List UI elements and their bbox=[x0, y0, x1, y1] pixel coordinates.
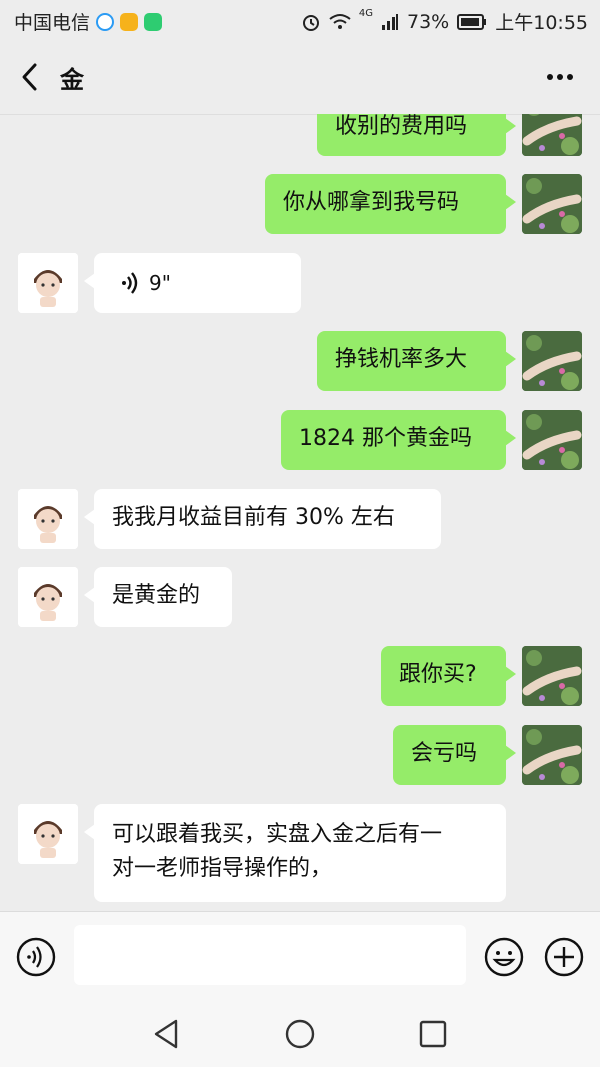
voice-playback-icon bbox=[122, 272, 138, 294]
app-notification-icon-2 bbox=[120, 12, 139, 31]
message-list[interactable]: 收别的费用吗 你从哪拿到我号码 9" 挣钱机率多大 1824 那个黄金吗 我我月… bbox=[0, 114, 600, 911]
battery-icon bbox=[457, 13, 487, 30]
message-bubble-sent[interactable]: 1824 那个黄金吗 bbox=[281, 410, 516, 470]
message-text: 是黄金的 bbox=[112, 583, 201, 608]
contact-avatar[interactable] bbox=[18, 253, 78, 313]
input-bar bbox=[0, 911, 600, 1002]
message-bubble-sent[interactable]: 收别的费用吗 bbox=[317, 114, 516, 156]
back-button[interactable] bbox=[16, 60, 46, 94]
contact-avatar[interactable] bbox=[18, 489, 78, 549]
message-text-line: 可以跟着我买，实盘入金之后有一 bbox=[112, 822, 443, 847]
alarm-icon bbox=[302, 14, 319, 31]
message-text: 你从哪拿到我号码 bbox=[283, 190, 460, 215]
emoji-icon bbox=[484, 937, 524, 977]
chat-header: 金 bbox=[0, 40, 600, 115]
battery-percent: 73% bbox=[407, 10, 450, 33]
signal-icon bbox=[382, 13, 398, 30]
my-avatar[interactable] bbox=[522, 114, 582, 156]
message-text: 跟你买? bbox=[399, 662, 477, 687]
message-bubble-sent[interactable]: 挣钱机率多大 bbox=[317, 331, 516, 391]
message-bubble-received[interactable]: 可以跟着我买，实盘入金之后有一 对一老师指导操作的， bbox=[84, 804, 506, 902]
message-bubble-received[interactable]: 我我月收益目前有 30% 左右 bbox=[84, 489, 441, 549]
status-bar: 中国电信 4G 73% 上午10:55 bbox=[0, 0, 600, 40]
voice-duration: 9" bbox=[149, 271, 171, 295]
nav-back-button[interactable] bbox=[148, 1016, 184, 1052]
emoji-button[interactable] bbox=[483, 936, 525, 978]
app-notification-icon-3 bbox=[144, 12, 163, 31]
nav-home-button[interactable] bbox=[282, 1016, 318, 1052]
wifi-icon bbox=[329, 13, 351, 29]
message-text: 会亏吗 bbox=[411, 741, 478, 766]
more-button[interactable] bbox=[540, 60, 580, 94]
my-avatar[interactable] bbox=[522, 725, 582, 785]
my-avatar[interactable] bbox=[522, 410, 582, 470]
message-text-line: 对一老师指导操作的， bbox=[112, 856, 333, 881]
system-navigation-bar bbox=[0, 1001, 600, 1067]
nav-recent-button[interactable] bbox=[415, 1016, 451, 1052]
voice-icon bbox=[16, 937, 56, 977]
my-avatar[interactable] bbox=[522, 646, 582, 706]
message-bubble-sent[interactable]: 跟你买? bbox=[381, 646, 516, 706]
message-text: 收别的费用吗 bbox=[335, 114, 468, 139]
clock: 上午10:55 bbox=[495, 12, 588, 34]
chat-title: 金 bbox=[60, 66, 84, 94]
app-notification-icon bbox=[96, 12, 115, 31]
carrier-name: 中国电信 bbox=[14, 12, 91, 34]
nav-recent-icon bbox=[419, 1020, 447, 1048]
message-bubble-received[interactable]: 是黄金的 bbox=[84, 567, 232, 627]
back-arrow-icon bbox=[22, 63, 37, 91]
status-right: 4G 73% 上午10:55 bbox=[301, 8, 588, 35]
network-type: 4G bbox=[358, 8, 373, 19]
my-avatar[interactable] bbox=[522, 174, 582, 234]
message-bubble-sent[interactable]: 你从哪拿到我号码 bbox=[265, 174, 516, 234]
plus-button[interactable] bbox=[543, 936, 585, 978]
status-left: 中国电信 bbox=[14, 8, 163, 35]
nav-home-icon bbox=[285, 1019, 315, 1049]
voice-message-bubble[interactable]: 9" bbox=[84, 253, 301, 313]
voice-input-button[interactable] bbox=[16, 937, 56, 977]
plus-icon bbox=[544, 937, 584, 977]
more-icon bbox=[547, 74, 573, 80]
my-avatar[interactable] bbox=[522, 331, 582, 391]
message-input[interactable] bbox=[74, 925, 466, 985]
message-text: 我我月收益目前有 30% 左右 bbox=[112, 505, 395, 530]
message-text: 挣钱机率多大 bbox=[335, 347, 468, 372]
message-bubble-sent[interactable]: 会亏吗 bbox=[393, 725, 516, 785]
contact-avatar[interactable] bbox=[18, 567, 78, 627]
contact-avatar[interactable] bbox=[18, 804, 78, 864]
message-text: 1824 那个黄金吗 bbox=[299, 426, 472, 451]
nav-back-icon bbox=[154, 1019, 178, 1049]
